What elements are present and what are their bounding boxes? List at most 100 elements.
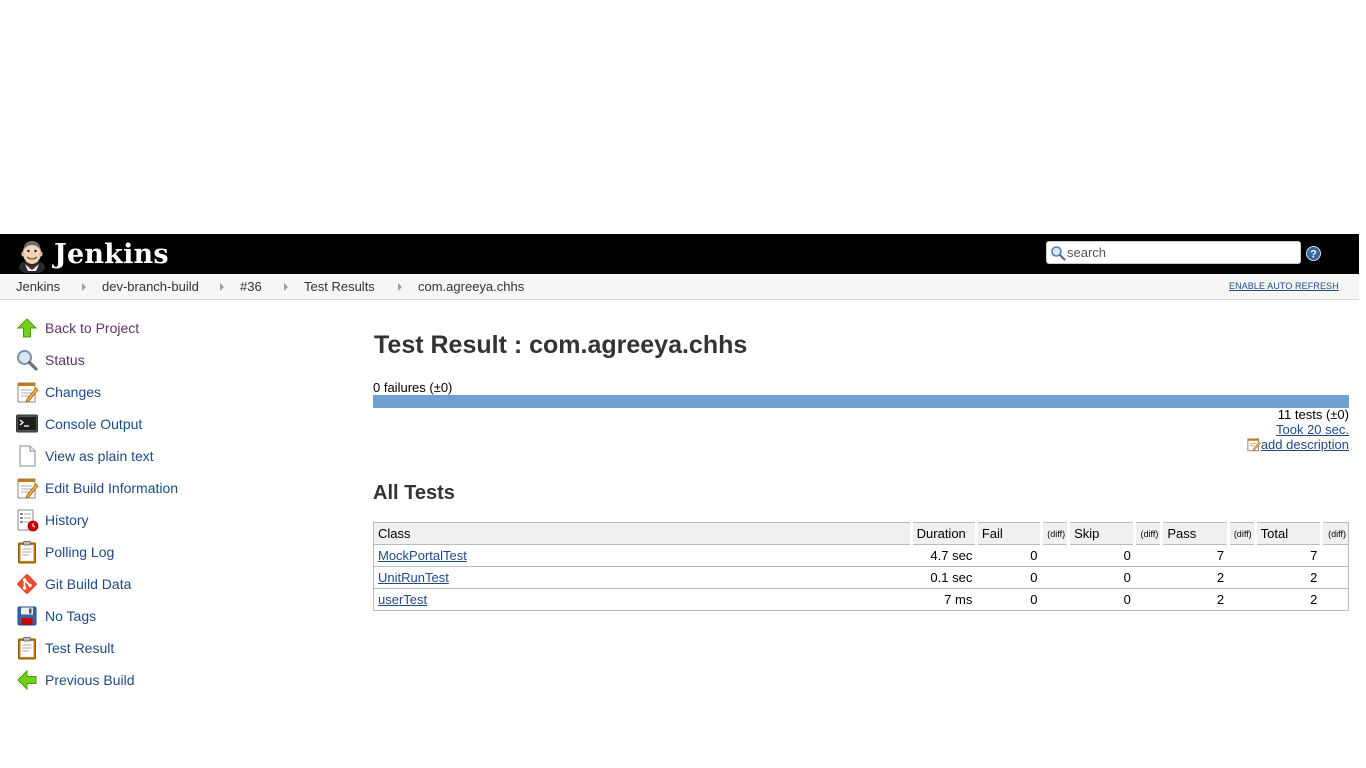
- column-header-skip-diff[interactable]: (diff): [1133, 522, 1162, 545]
- duration-cell: 0.1 sec: [911, 566, 977, 589]
- took-duration-link[interactable]: Took 20 sec.: [1276, 422, 1349, 437]
- task-label: Changes: [45, 384, 102, 400]
- svg-text:?: ?: [1310, 249, 1317, 261]
- task-git-build-data[interactable]: Git Build Data: [15, 572, 131, 596]
- task-label: Back to Project: [45, 320, 140, 336]
- column-header-duration[interactable]: Duration: [909, 522, 977, 545]
- column-header-fail-diff[interactable]: (diff): [1040, 522, 1069, 545]
- table-header-row: Class Duration Fail (diff) Skip (diff) P…: [373, 522, 1349, 545]
- breadcrumb-separator-icon[interactable]: [220, 283, 224, 291]
- class-cell: userTest: [373, 588, 912, 611]
- help-icon[interactable]: ?: [1306, 246, 1321, 261]
- task-label: Test Result: [45, 640, 115, 656]
- notepad-icon: [17, 478, 39, 499]
- task-edit-build-information[interactable]: Edit Build Information: [15, 476, 178, 500]
- column-header-pass-diff[interactable]: (diff): [1226, 522, 1256, 545]
- fail-diff-cell: [1041, 544, 1069, 567]
- duration-cell: 4.7 sec: [911, 544, 977, 567]
- pass-cell: 2: [1161, 566, 1229, 589]
- task-no-tags[interactable]: No Tags: [15, 604, 96, 628]
- clipboard-icon: [18, 637, 36, 660]
- all-tests-heading: All Tests: [373, 482, 455, 504]
- column-header-total[interactable]: Total: [1253, 522, 1322, 545]
- breadcrumb: Jenkins dev-branch-build #36 Test Result…: [0, 274, 1359, 300]
- task-previous-build[interactable]: Previous Build: [15, 668, 135, 692]
- skip-diff-cell: [1134, 544, 1162, 567]
- task-label: Polling Log: [45, 544, 115, 560]
- skip-diff-cell: [1134, 588, 1162, 611]
- pass-cell: 2: [1161, 588, 1229, 611]
- class-cell: MockPortalTest: [373, 544, 912, 567]
- column-header-skip[interactable]: Skip: [1067, 522, 1135, 545]
- table-row: MockPortalTest 4.7 sec 0 0 7 7: [373, 544, 1349, 567]
- page-title: Test Result : com.agreeya.chhs: [374, 331, 748, 359]
- save-icon: [17, 606, 37, 626]
- task-console-output[interactable]: Console Output: [15, 412, 142, 436]
- breadcrumb-item-job[interactable]: dev-branch-build: [102, 279, 199, 294]
- jenkins-logo[interactable]: Jenkins: [14, 237, 169, 273]
- duration-cell: 7 ms: [911, 588, 977, 611]
- task-label: History: [45, 512, 89, 528]
- skip-cell: 0: [1068, 566, 1135, 589]
- skip-cell: 0: [1068, 588, 1135, 611]
- column-header-total-diff[interactable]: (diff): [1319, 522, 1349, 545]
- add-description-link[interactable]: add description: [1261, 437, 1349, 452]
- jenkins-butler-icon: [19, 241, 45, 273]
- search-input[interactable]: [1067, 243, 1295, 262]
- left-arrow-icon: [17, 669, 37, 691]
- git-icon: [17, 574, 37, 594]
- class-link[interactable]: userTest: [378, 592, 427, 607]
- fail-cell: 0: [976, 588, 1042, 611]
- column-header-fail[interactable]: Fail: [974, 522, 1042, 545]
- task-view-as-plain-text[interactable]: View as plain text: [15, 444, 154, 468]
- total-diff-cell: [1321, 566, 1349, 589]
- task-status[interactable]: Status: [15, 348, 85, 372]
- task-polling-log[interactable]: Polling Log: [15, 540, 114, 564]
- failures-summary: 0 failures (±0): [373, 380, 453, 395]
- column-header-pass[interactable]: Pass: [1160, 522, 1229, 545]
- terminal-icon: [16, 414, 38, 433]
- class-link[interactable]: UnitRunTest: [378, 570, 449, 585]
- task-changes[interactable]: Changes: [15, 380, 101, 404]
- skip-diff-cell: [1134, 566, 1162, 589]
- test-results-table: Class Duration Fail (diff) Skip (diff) P…: [373, 522, 1349, 611]
- total-diff-cell: [1321, 544, 1349, 567]
- task-label: No Tags: [45, 608, 97, 624]
- page-header: Jenkins ?: [0, 234, 1359, 274]
- table-row: UnitRunTest 0.1 sec 0 0 2 2: [373, 566, 1349, 589]
- breadcrumb-separator-icon[interactable]: [398, 283, 402, 291]
- pass-diff-cell: [1228, 566, 1256, 589]
- magnifier-icon: [17, 350, 38, 371]
- breadcrumb-separator-icon[interactable]: [284, 283, 288, 291]
- test-result-bar: [373, 395, 1349, 408]
- total-cell: 2: [1255, 566, 1322, 589]
- class-cell: UnitRunTest: [373, 566, 912, 589]
- notepad-icon: [17, 382, 39, 403]
- task-label: View as plain text: [45, 448, 154, 464]
- jenkins-logo-text: Jenkins: [54, 238, 169, 270]
- breadcrumb-item-test-results[interactable]: Test Results: [304, 279, 375, 294]
- skip-cell: 0: [1068, 544, 1135, 567]
- test-pass-bar-fill: [373, 395, 1349, 408]
- search-box: [1046, 241, 1301, 264]
- task-back-to-project[interactable]: Back to Project: [15, 316, 139, 340]
- fail-cell: 0: [976, 566, 1042, 589]
- column-header-class[interactable]: Class: [373, 522, 912, 545]
- breadcrumb-item-build[interactable]: #36: [240, 279, 262, 294]
- table-row: userTest 7 ms 0 0 2 2: [373, 588, 1349, 611]
- document-icon: [19, 445, 36, 467]
- task-label: Edit Build Information: [45, 480, 179, 496]
- add-description: add description: [1246, 437, 1349, 452]
- breadcrumb-separator-icon[interactable]: [82, 283, 86, 291]
- enable-auto-refresh-link[interactable]: ENABLE AUTO REFRESH: [1229, 281, 1339, 291]
- notepad-icon: [1247, 438, 1261, 452]
- up-arrow-icon: [16, 318, 38, 338]
- task-label: Console Output: [45, 416, 143, 432]
- breadcrumb-item-package[interactable]: com.agreeya.chhs: [418, 279, 524, 294]
- task-label: Git Build Data: [45, 576, 132, 592]
- class-link[interactable]: MockPortalTest: [378, 548, 467, 563]
- task-history[interactable]: History: [15, 508, 89, 532]
- total-cell: 7: [1255, 544, 1322, 567]
- breadcrumb-item-jenkins[interactable]: Jenkins: [16, 279, 60, 294]
- task-test-result[interactable]: Test Result: [15, 636, 114, 660]
